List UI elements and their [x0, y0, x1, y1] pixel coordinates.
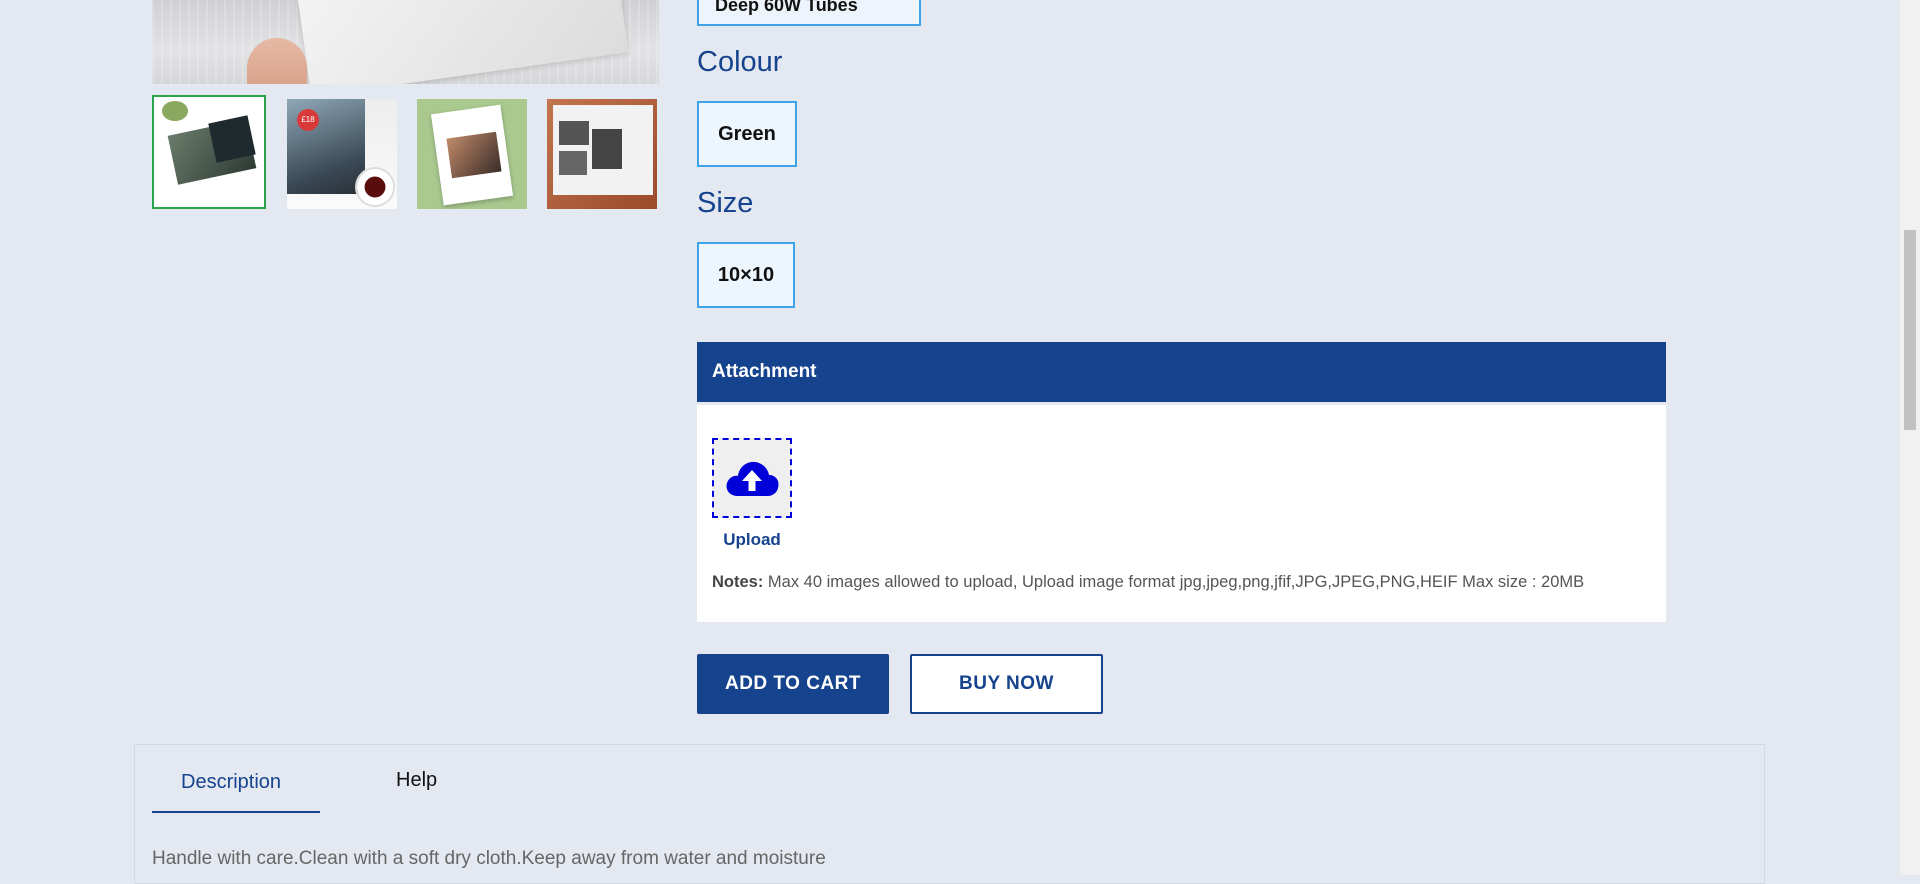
- option-previous[interactable]: Deep 60W Tubes: [697, 0, 921, 26]
- notes-label: Notes:: [712, 573, 764, 591]
- size-option-10x10[interactable]: 10×10: [697, 242, 795, 308]
- cloud-upload-icon: [726, 461, 779, 496]
- upload-label[interactable]: Upload: [712, 530, 792, 550]
- thumbnail-2[interactable]: £18: [287, 99, 397, 209]
- notes-text: Max 40 images allowed to upload, Upload …: [763, 573, 1585, 591]
- attachment-header: Attachment: [697, 342, 1666, 402]
- thumbnail-4[interactable]: [547, 99, 657, 209]
- upload-notes: Notes: Max 40 images allowed to upload, …: [712, 573, 1584, 592]
- product-info-tabs: Description Help Handle with care.Clean …: [134, 744, 1765, 884]
- thumbnail-1[interactable]: [152, 95, 266, 209]
- description-text: Handle with care.Clean with a soft dry c…: [152, 848, 826, 869]
- thumbnail-3[interactable]: [417, 99, 527, 209]
- main-product-image: [152, 0, 659, 84]
- tab-description[interactable]: Description: [181, 771, 281, 794]
- attachment-panel: Upload Notes: Max 40 images allowed to u…: [697, 405, 1666, 622]
- price-badge: £18: [297, 109, 319, 131]
- buy-now-button[interactable]: BUY NOW: [910, 654, 1103, 714]
- scrollbar-thumb[interactable]: [1904, 230, 1916, 430]
- upload-dropzone[interactable]: [712, 438, 792, 518]
- size-label: Size: [697, 187, 754, 219]
- add-to-cart-button[interactable]: ADD TO CART: [697, 654, 889, 714]
- tab-active-indicator: [152, 811, 320, 813]
- colour-option-green[interactable]: Green: [697, 101, 797, 167]
- page-scrollbar[interactable]: [1900, 0, 1920, 875]
- colour-label: Colour: [697, 46, 783, 78]
- tab-help[interactable]: Help: [396, 769, 437, 792]
